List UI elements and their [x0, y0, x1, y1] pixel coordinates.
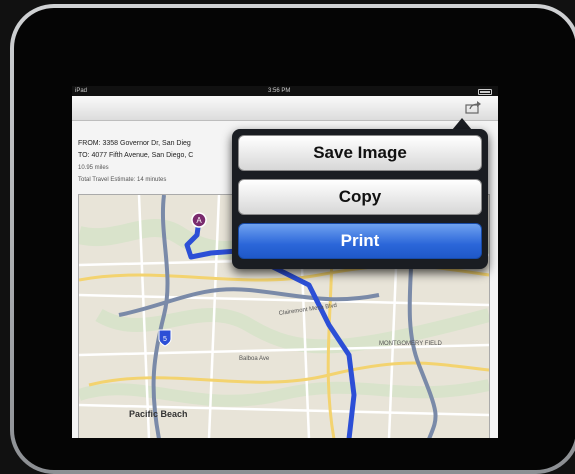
copy-button[interactable]: Copy	[238, 179, 482, 215]
start-marker-label: A	[196, 216, 202, 225]
svg-text:5: 5	[163, 336, 167, 343]
battery-icon	[478, 89, 492, 95]
share-popover: Save Image Copy Print	[232, 129, 488, 269]
map-label-montgomery-field: MONTGOMERY FIELD	[379, 341, 442, 347]
carrier-label: iPad	[75, 88, 88, 94]
route-to: TO: 4077 Fifth Avenue, San Diego, C	[78, 152, 194, 159]
clock: 3:56 PM	[268, 88, 291, 94]
interstate-shield-icon: 5	[158, 329, 172, 347]
print-button[interactable]: Print	[238, 223, 482, 259]
route-summary: FROM: 3358 Governor Dr, San Dieg TO: 407…	[78, 138, 193, 186]
route-from: FROM: 3358 Governor Dr, San Dieg	[78, 140, 191, 147]
start-marker[interactable]: A	[191, 212, 207, 228]
share-icon[interactable]	[465, 100, 483, 114]
toolbar	[72, 96, 498, 121]
save-image-button[interactable]: Save Image	[238, 135, 482, 171]
route-estimate: Total Travel Estimate: 14 minutes	[78, 177, 167, 183]
map-label-balboa: Balboa Ave	[239, 356, 270, 362]
map-label-pacific-beach: Pacific Beach	[129, 409, 188, 419]
status-bar: iPad 3:56 PM	[72, 86, 498, 96]
route-distance: 10.95 miles	[78, 165, 109, 171]
